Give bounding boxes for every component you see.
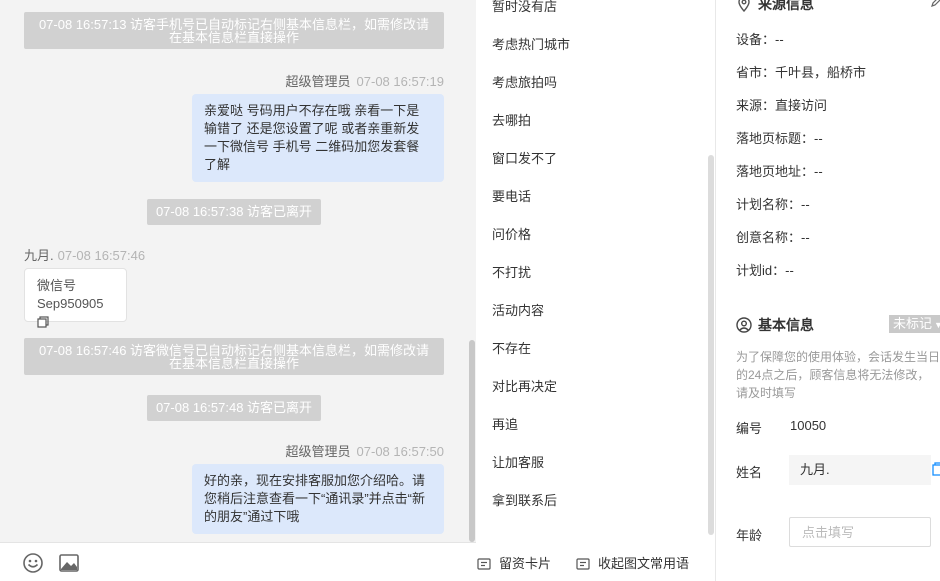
quick-reply-panel: 暂时没有店考虑热门城市 考虑旅拍吗去哪拍窗口发不了要电话问价格不打扰活动内容不存在…: [476, 0, 716, 581]
copy-icon[interactable]: [37, 315, 49, 333]
image-icon[interactable]: [58, 552, 80, 574]
copy-icon[interactable]: [932, 462, 940, 479]
creative-name-row: 创意名称：--: [736, 230, 810, 245]
quick-reply-item[interactable]: 对比再决定: [492, 379, 557, 395]
quick-reply-item[interactable]: 问价格: [492, 227, 531, 243]
landing-title-row: 落地页标题：--: [736, 131, 823, 146]
message-meta: 九月. 07-08 16:57:46: [24, 245, 145, 264]
message-icon: [576, 558, 590, 570]
name-field[interactable]: 九月.: [789, 455, 931, 485]
basic-info-header: 基本信息: [736, 315, 814, 335]
mark-tag-label: 未标记: [893, 316, 933, 331]
quick-reply-item[interactable]: 要电话: [492, 189, 531, 205]
sender-name: 九月.: [24, 248, 54, 263]
collapse-phrases-label: 收起图文常用语: [598, 556, 690, 571]
message-time: 07-08 16:57:50: [356, 444, 444, 459]
quick-reply-item[interactable]: 不打扰: [492, 265, 531, 281]
visitor-message: 微信号 Sep950905: [24, 268, 127, 328]
leave-card-button[interactable]: 留资卡片: [477, 556, 551, 572]
quick-reply-item[interactable]: 让加客服: [492, 455, 544, 471]
age-label: 年龄: [736, 528, 763, 543]
chat-history[interactable]: 07-08 16:57:13 访客手机号已自动标记右侧基本信息栏，如需修改请在基…: [0, 0, 476, 542]
landing-url-row: 落地页地址：--: [736, 164, 823, 179]
visitor-message-line: Sep950905: [37, 295, 114, 333]
system-notice: 07-08 16:57:48 访客已离开: [147, 395, 321, 421]
chat-scrollbar[interactable]: [469, 340, 475, 542]
source-info-title: 来源信息: [758, 0, 814, 12]
plan-name-row: 计划名称：--: [736, 197, 810, 212]
visitor-message-line: 微信号: [37, 278, 77, 293]
system-notice: 07-08 16:57:46 访客微信号已自动标记右侧基本信息栏，如需修改请在基…: [24, 338, 444, 375]
quick-reply-scrollbar[interactable]: [708, 155, 714, 535]
visitor-info-panel: 来源信息 设备：-- 省市：千叶县，船桥市 来源：直接访问 落地页标题：-- 落…: [716, 0, 940, 581]
province-city-row: 省市：千叶县，船桥市: [736, 65, 867, 80]
smiley-icon[interactable]: [22, 552, 44, 574]
message-meta: 超级管理员 07-08 16:57:19: [286, 71, 444, 90]
edit-icon[interactable]: [930, 0, 940, 11]
sender-name: 超级管理员: [285, 444, 351, 459]
quick-reply-item[interactable]: 考虑旅拍吗: [492, 75, 557, 91]
message-time: 07-08 16:57:46: [57, 248, 146, 263]
device-row: 设备：--: [736, 32, 784, 47]
leave-card-label: 留资卡片: [499, 556, 552, 571]
system-notice: 07-08 16:57:38 访客已离开: [147, 199, 321, 225]
quick-reply-item[interactable]: 窗口发不了: [492, 151, 557, 167]
location-pin-icon: [738, 0, 750, 13]
quick-reply-item[interactable]: 暂时没有店: [492, 0, 557, 15]
mark-tag-dropdown[interactable]: 未标记 ▼: [889, 315, 940, 333]
chat-toolbar: [0, 542, 476, 581]
collapse-phrases-button[interactable]: 收起图文常用语: [576, 556, 689, 572]
card-icon: [477, 558, 491, 570]
user-circle-icon: [736, 317, 752, 333]
chat-panel: 07-08 16:57:13 访客手机号已自动标记右侧基本信息栏，如需修改请在基…: [0, 0, 476, 581]
agent-message: 亲爱哒 号码用户不存在哦 亲看一下是输错了 还是您设置了呢 或者亲重新发一下微信…: [192, 94, 444, 182]
quick-reply-item[interactable]: 不存在: [492, 341, 531, 357]
message-meta: 超级管理员 07-08 16:57:50: [286, 441, 444, 460]
name-label: 姓名: [736, 465, 763, 480]
basic-info-title: 基本信息: [758, 317, 814, 333]
quick-reply-item[interactable]: 拿到联系后: [492, 493, 557, 509]
source-info-header: 来源信息: [736, 0, 814, 14]
age-input[interactable]: [789, 517, 931, 547]
chevron-down-icon: ▼: [934, 320, 940, 330]
system-notice: 07-08 16:57:13 访客手机号已自动标记右侧基本信息栏，如需修改请在基…: [24, 12, 444, 49]
wechat-id: Sep950905: [37, 296, 104, 311]
quick-reply-item[interactable]: 考虑热门城市: [492, 37, 570, 53]
sender-name: 超级管理员: [285, 74, 351, 89]
agent-message: 好的亲，现在安排客服加您介绍哈。请您稍后注意查看一下“通讯录”并点击“新的朋友”…: [192, 464, 444, 534]
message-time: 07-08 16:57:19: [356, 74, 444, 89]
edit-notice: 为了保障您的使用体验，会话发生当日的24点之后，顾客信息将无法修改，请及时填写: [736, 350, 940, 400]
source-row: 来源：直接访问: [736, 98, 828, 113]
quick-reply-item[interactable]: 再追: [492, 417, 518, 433]
quick-reply-item[interactable]: 去哪拍: [492, 113, 531, 129]
plan-id-row: 计划id：--: [736, 263, 794, 278]
id-value: 10050: [790, 418, 827, 433]
quick-reply-item[interactable]: 活动内容: [492, 303, 544, 319]
id-label: 编号: [736, 421, 763, 436]
